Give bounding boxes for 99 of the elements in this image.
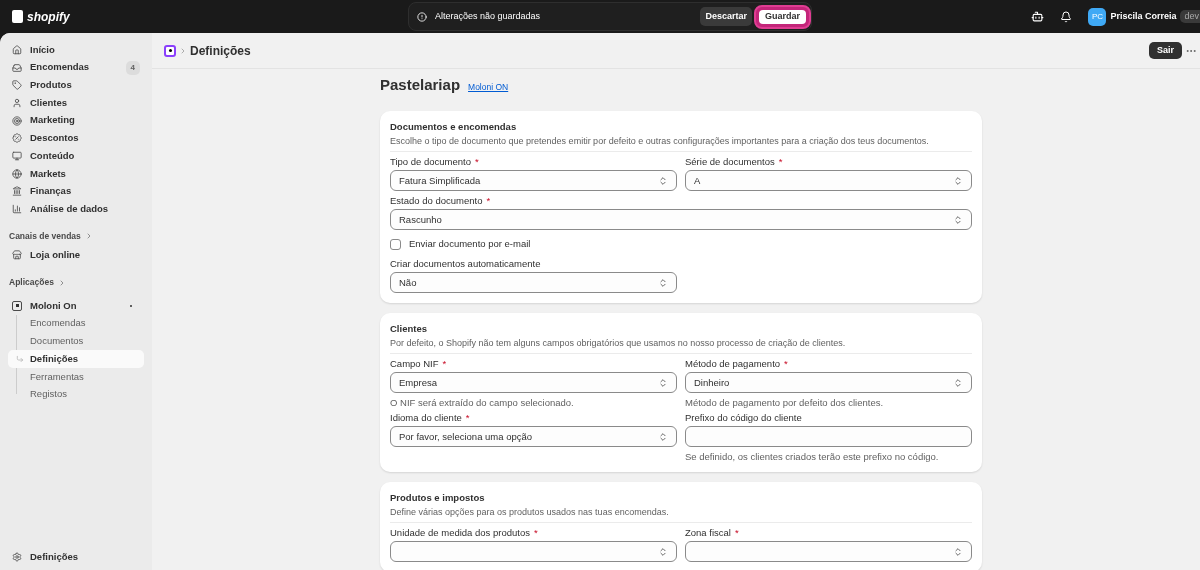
nav-item[interactable]: Encomendas 4 bbox=[8, 58, 144, 77]
required-mark: * bbox=[442, 358, 447, 369]
field-label: Prefixo do código do cliente bbox=[685, 412, 802, 423]
chevron-updown-icon bbox=[658, 277, 668, 288]
checkbox-label: Enviar documento por e-mail bbox=[409, 238, 531, 250]
card-description: Por defeito, o Shopify não tem alguns campos obrigatórios que usamos no nosso processo de criação de clientes. bbox=[390, 337, 847, 349]
sub-nav-item[interactable]: Definições bbox=[8, 350, 144, 368]
select-field[interactable]: Dinheiro bbox=[685, 372, 972, 393]
chevron-updown-icon bbox=[658, 377, 668, 388]
globe-icon bbox=[12, 168, 22, 179]
user-name[interactable]: Priscila Correia bbox=[1110, 9, 1177, 24]
chevron-updown-icon bbox=[953, 546, 963, 557]
sub-nav-item[interactable]: Registos bbox=[8, 385, 144, 404]
required-mark: * bbox=[465, 412, 470, 423]
nav-item[interactable]: Markets bbox=[8, 164, 144, 183]
required-mark: * bbox=[486, 195, 491, 206]
card-title: Documentos e encomendas bbox=[390, 121, 518, 133]
nav-item[interactable]: Loja online bbox=[8, 246, 144, 265]
tag-icon bbox=[12, 80, 22, 91]
field-label: Tipo de documento bbox=[390, 156, 471, 167]
logo[interactable]: shopify bbox=[27, 7, 70, 26]
branch-arrow-icon bbox=[16, 354, 24, 363]
nav-item[interactable]: Marketing bbox=[8, 111, 144, 130]
page-title: Pastelariap bbox=[380, 79, 461, 91]
nav-item[interactable]: Definições bbox=[8, 548, 144, 566]
bank-icon bbox=[12, 186, 22, 197]
card-description: Escolhe o tipo de documento que pretendes emitir por defeito e outras configurações importantes para a criação dos teus documentos. bbox=[390, 135, 930, 147]
section-heading[interactable]: Canais de vendas bbox=[9, 229, 81, 243]
section-heading[interactable]: Aplicações bbox=[9, 276, 54, 290]
settings-icon bbox=[12, 552, 22, 563]
required-mark: * bbox=[734, 527, 739, 538]
sub-nav-item[interactable]: Documentos bbox=[8, 332, 144, 351]
help-text: O NIF será extraído do campo selecionado. bbox=[390, 397, 575, 408]
chevron-updown-icon bbox=[658, 431, 668, 442]
help-text: Método de pagamento por defeito dos clientes. bbox=[685, 397, 885, 408]
card-description: Define várias opções para os produtos usados nas tuas encomendas. bbox=[390, 506, 670, 518]
nav-item[interactable]: Produtos bbox=[8, 76, 144, 95]
input-field[interactable] bbox=[685, 426, 972, 447]
save-button[interactable]: Guardar bbox=[759, 9, 806, 24]
select-field[interactable]: Rascunho bbox=[390, 209, 972, 230]
monitor-icon bbox=[12, 150, 22, 161]
robot-icon[interactable] bbox=[1031, 10, 1045, 23]
select-field[interactable]: A bbox=[685, 170, 972, 191]
discount-icon bbox=[12, 133, 22, 144]
field-label: Campo NIF bbox=[390, 358, 439, 369]
target-icon bbox=[12, 115, 22, 126]
nav-item[interactable]: Análise de dados bbox=[8, 200, 144, 218]
card-title: Clientes bbox=[390, 323, 428, 335]
field-label: Criar documentos automaticamente bbox=[390, 258, 541, 269]
bar-chart-icon bbox=[12, 204, 22, 215]
store-badge: dev bbox=[1180, 9, 1200, 24]
person-icon bbox=[12, 97, 22, 108]
field-label: Série de documentos bbox=[685, 156, 775, 167]
discard-button[interactable]: Descartar bbox=[700, 7, 752, 26]
app-icon bbox=[12, 300, 22, 311]
inbox-icon bbox=[12, 62, 22, 73]
select-field[interactable] bbox=[685, 541, 972, 562]
field-label: Unidade de medida dos produtos bbox=[390, 527, 530, 538]
alert-icon bbox=[417, 11, 427, 22]
exit-button[interactable]: Sair bbox=[1149, 42, 1182, 59]
required-mark: * bbox=[778, 156, 783, 167]
app-link[interactable]: Moloni ON bbox=[468, 81, 509, 93]
sub-nav-item[interactable]: Ferramentas bbox=[8, 367, 144, 386]
checkbox[interactable] bbox=[390, 238, 401, 250]
required-mark: * bbox=[533, 527, 538, 538]
bell-icon[interactable] bbox=[1060, 10, 1073, 23]
chevron-updown-icon bbox=[953, 175, 963, 186]
nav-item[interactable]: Início bbox=[8, 41, 144, 59]
select-field[interactable]: Não bbox=[390, 272, 677, 293]
field-label: Idioma do cliente bbox=[390, 412, 462, 423]
nav-item[interactable]: Descontos bbox=[8, 129, 144, 148]
select-field[interactable]: Empresa bbox=[390, 372, 677, 393]
chevron-updown-icon bbox=[658, 546, 668, 557]
chevron-updown-icon bbox=[953, 214, 963, 225]
nav-item[interactable]: Clientes bbox=[8, 94, 144, 112]
field-label: Estado do documento bbox=[390, 195, 483, 206]
chevron-updown-icon bbox=[658, 175, 668, 186]
store-icon bbox=[12, 250, 22, 261]
field-label: Método de pagamento bbox=[685, 358, 781, 369]
help-text: Se definido, os clientes criados terão este prefixo no código. bbox=[685, 451, 940, 462]
unsaved-message: Alterações não guardadas bbox=[435, 9, 541, 23]
count-badge: 4 bbox=[125, 60, 140, 75]
card-title: Produtos e impostos bbox=[390, 492, 486, 504]
breadcrumb-chevron-icon bbox=[179, 46, 187, 55]
page-header-title: Definições bbox=[190, 42, 251, 60]
required-mark: * bbox=[784, 358, 788, 369]
select-field[interactable] bbox=[390, 541, 677, 562]
chevron-updown-icon bbox=[953, 377, 963, 388]
app-icon bbox=[164, 44, 176, 57]
nav-item[interactable]: Conteúdo bbox=[8, 147, 144, 165]
nav-item[interactable]: Finanças bbox=[8, 182, 144, 201]
sub-nav-item[interactable]: Encomendas bbox=[8, 314, 144, 333]
nav-item[interactable]: Moloni On bbox=[8, 297, 144, 315]
field-label: Zona fiscal bbox=[685, 527, 731, 538]
required-mark: * bbox=[475, 156, 479, 167]
select-field[interactable]: Fatura Simplificada bbox=[390, 170, 677, 191]
select-field[interactable]: Por favor, seleciona uma opção bbox=[390, 426, 677, 447]
bag-logo-icon bbox=[12, 10, 23, 23]
home-icon bbox=[12, 44, 22, 55]
